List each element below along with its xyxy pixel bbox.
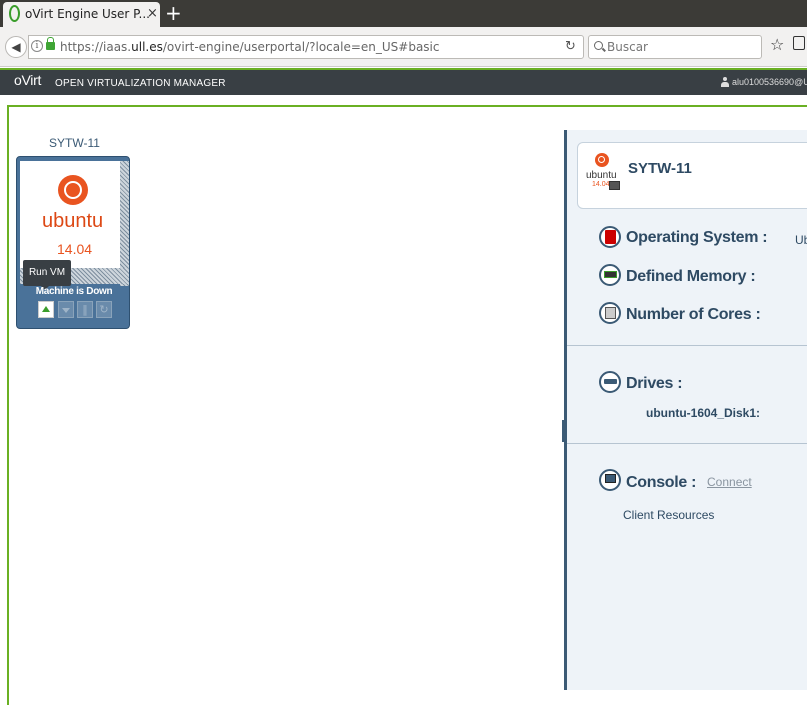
shutdown-vm-button[interactable] — [58, 301, 74, 318]
vm-status: Machine is Down — [35, 286, 113, 297]
ovirt-favicon-icon — [9, 5, 20, 22]
drives-label: Drives : — [626, 375, 683, 392]
console-connect-link[interactable]: Connect — [707, 475, 752, 489]
cpu-cores-icon — [599, 302, 621, 324]
reboot-vm-button[interactable]: ↻ — [96, 301, 112, 318]
info-icon[interactable]: i — [31, 40, 43, 52]
console-label: Console : — [626, 474, 697, 491]
drive-name: ubuntu-1604_Disk1: — [646, 406, 761, 420]
details-header: ubuntu 14.04 SYTW-11 — [577, 142, 807, 209]
os-wordmark: ubuntu — [42, 210, 104, 232]
divider — [567, 345, 807, 346]
vm-tile[interactable]: ubuntu 14.04 Run VM Machine is Down ‖ ↻ — [16, 156, 130, 329]
details-vm-name: SYTW-11 — [628, 160, 692, 177]
reload-icon[interactable]: ↻ — [565, 39, 576, 54]
os-version: 14.04 — [57, 241, 93, 257]
suspend-vm-button[interactable]: ‖ — [77, 301, 93, 318]
console-icon — [599, 469, 621, 491]
search-icon — [594, 41, 603, 50]
lock-icon[interactable] — [46, 37, 55, 50]
brand-logo: oVirt — [14, 72, 42, 88]
client-resources-link[interactable]: Client Resources — [623, 508, 714, 522]
os-logo-version: 14.04 — [592, 181, 610, 188]
user-icon — [721, 77, 729, 87]
vm-details-panel: ubuntu 14.04 SYTW-11 Operating System : … — [564, 130, 807, 690]
new-tab-button[interactable]: + — [165, 1, 182, 25]
divider — [567, 443, 807, 444]
url-bar[interactable]: i https://iaas.ull.es/ovirt-engine/userp… — [28, 35, 584, 59]
browser-nav-bar: ◀ i https://iaas.ull.es/ovirt-engine/use… — [0, 27, 807, 67]
user-menu[interactable]: alu0100536690@ULL — [732, 77, 807, 87]
back-arrow-icon[interactable]: ◀ — [5, 36, 27, 58]
run-vm-tooltip: Run VM — [23, 260, 71, 290]
run-vm-button[interactable] — [38, 301, 54, 318]
monitor-icon — [609, 181, 620, 190]
search-placeholder: Buscar — [607, 40, 648, 54]
ubuntu-logo-icon — [595, 153, 609, 167]
drive-icon — [599, 371, 621, 393]
os-label: Operating System : — [626, 229, 768, 246]
tab-close-icon[interactable]: × — [147, 6, 158, 21]
vm-name-label: SYTW-11 — [49, 136, 100, 150]
browser-tab-bar: oVirt Engine User P... × + — [0, 0, 807, 27]
os-value: Ubuntu — [795, 233, 807, 247]
os-logo: ubuntu 14.04 — [585, 153, 620, 199]
browser-tab[interactable]: oVirt Engine User P... × — [3, 2, 160, 27]
memory-icon — [599, 264, 621, 286]
brand-subtitle: OPEN VIRTUALIZATION MANAGER — [55, 78, 226, 89]
bookmark-star-icon[interactable]: ☆ — [770, 35, 784, 54]
ovirt-header: oVirt OPEN VIRTUALIZATION MANAGER alu010… — [0, 68, 807, 95]
url-text[interactable]: https://iaas.ull.es/ovirt-engine/userpor… — [60, 40, 440, 54]
ubuntu-logo-icon — [58, 175, 88, 205]
search-input[interactable]: Buscar — [588, 35, 762, 59]
reading-list-icon[interactable] — [793, 36, 805, 50]
cores-label: Number of Cores : — [626, 306, 761, 323]
os-logo-word: ubuntu — [586, 170, 617, 181]
operating-system-icon — [599, 226, 621, 248]
memory-label: Defined Memory : — [626, 268, 756, 285]
tab-title: oVirt Engine User P... — [25, 7, 150, 21]
